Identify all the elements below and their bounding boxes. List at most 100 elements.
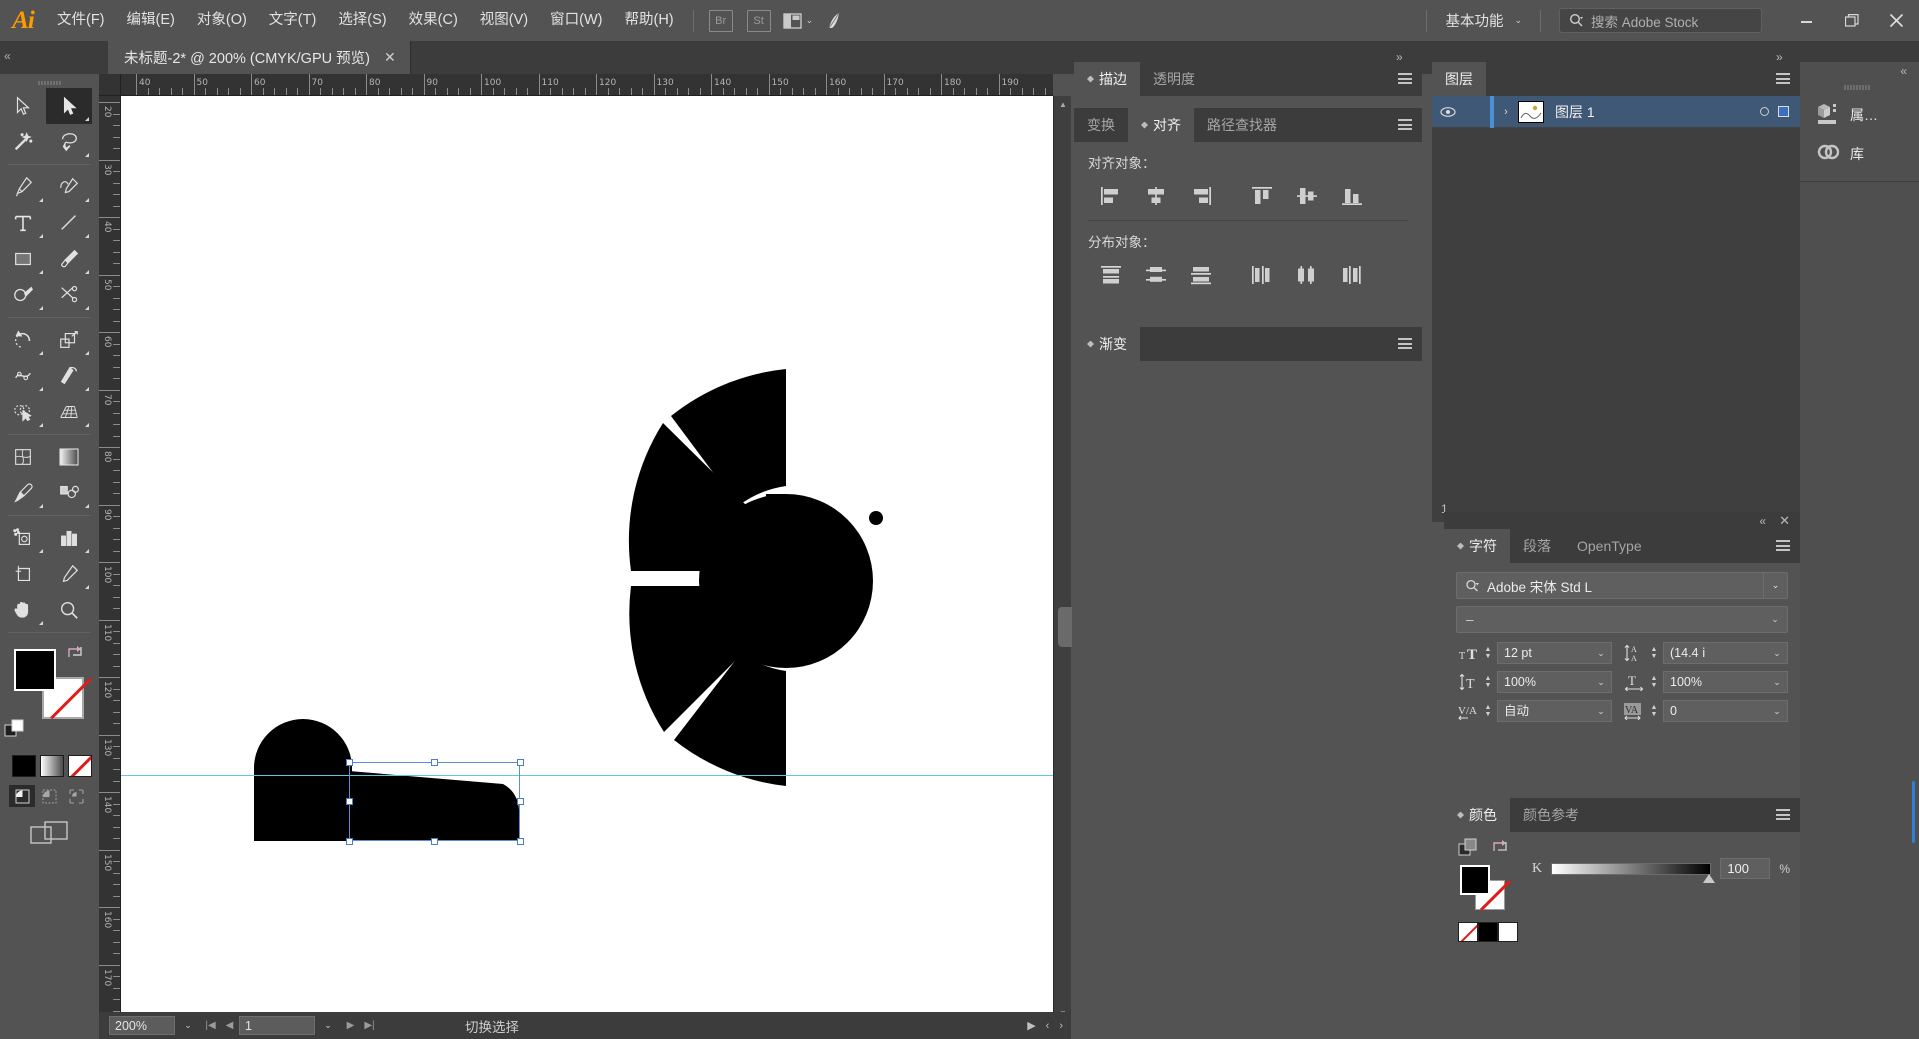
draw-behind-button[interactable] xyxy=(36,785,62,807)
tool-curvature[interactable] xyxy=(46,169,92,205)
tab-layers[interactable]: 图层 xyxy=(1432,62,1486,96)
character-panel-close-icon[interactable]: ✕ xyxy=(1779,513,1790,529)
tracking-dropdown-icon[interactable]: ⌄ xyxy=(1767,701,1787,721)
canvas-vertical-scrollbar[interactable]: ▲ ▼ xyxy=(1053,96,1071,1021)
panel-expand-handle[interactable] xyxy=(1058,607,1072,647)
tool-scissors[interactable] xyxy=(46,277,92,313)
toolbar-collapse-icon[interactable]: « xyxy=(4,49,11,63)
bridge-button[interactable]: Br xyxy=(708,9,733,32)
status-prev-icon[interactable]: ‹ xyxy=(1046,1020,1050,1032)
status-next-icon[interactable]: › xyxy=(1059,1020,1063,1032)
menu-item-4[interactable]: 选择(S) xyxy=(327,0,397,41)
layers-panel-menu-icon[interactable] xyxy=(1776,73,1790,84)
horizontal-scale-stepper[interactable]: ▲ ▼ xyxy=(1648,675,1660,689)
document-tab[interactable]: 未标题-2* @ 200% (CMYK/GPU 预览) ✕ xyxy=(108,41,411,74)
menu-item-7[interactable]: 窗口(W) xyxy=(539,0,613,41)
tool-mesh[interactable] xyxy=(0,439,46,475)
character-panel-menu-icon[interactable] xyxy=(1776,540,1790,551)
layer-color-indicator[interactable] xyxy=(1778,106,1789,117)
distribute-horizontal-center-button[interactable] xyxy=(1284,260,1329,290)
minimize-button[interactable] xyxy=(1784,0,1829,41)
tool-zoom[interactable] xyxy=(46,592,92,628)
color-mode-gradient[interactable] xyxy=(40,755,64,777)
horizontal-scale-input[interactable]: 100% ⌄ xyxy=(1663,671,1788,693)
scroll-up-arrow-icon[interactable]: ▲ xyxy=(1054,96,1072,112)
last-artboard-icon[interactable]: ▶| xyxy=(360,1020,379,1031)
color-panel-menu-icon[interactable] xyxy=(1776,809,1790,820)
draw-inside-button[interactable] xyxy=(63,785,89,807)
align-horizontal-center-button[interactable] xyxy=(1133,181,1178,211)
tool-scale[interactable] xyxy=(46,322,92,358)
color-fill-swatch[interactable] xyxy=(1460,865,1490,895)
tool-magic-wand[interactable] xyxy=(0,124,46,160)
tool-blend[interactable] xyxy=(46,475,92,511)
tool-slice[interactable] xyxy=(46,556,92,592)
color-swap-icon[interactable] xyxy=(1490,838,1510,859)
color-mode-none[interactable] xyxy=(68,755,92,777)
horizontal-guide[interactable] xyxy=(121,775,1053,776)
distribute-vertical-center-button[interactable] xyxy=(1133,260,1178,290)
tab-color-guide[interactable]: 颜色参考 xyxy=(1510,798,1592,832)
white-swatch[interactable] xyxy=(1498,922,1518,942)
k-channel-slider[interactable] xyxy=(1551,862,1716,883)
document-tab-close-icon[interactable]: ✕ xyxy=(384,49,396,66)
character-panel-collapse-icon[interactable]: « xyxy=(1759,514,1766,528)
k-channel-input[interactable]: 100 xyxy=(1720,858,1771,879)
k-channel-slider-thumb[interactable] xyxy=(1703,873,1716,883)
tool-artboard[interactable] xyxy=(0,556,46,592)
vertical-scale-input[interactable]: 100% ⌄ xyxy=(1497,671,1612,693)
tool-line-segment[interactable] xyxy=(46,205,92,241)
selection-handle-mr[interactable] xyxy=(517,798,524,805)
arrange-documents-button[interactable]: ⌄ xyxy=(782,12,813,29)
tab-paragraph[interactable]: 段落 xyxy=(1510,529,1564,563)
font-style-input[interactable]: – ⌄ xyxy=(1456,606,1788,633)
none-swatch[interactable] xyxy=(1458,922,1478,942)
dock-item-properties[interactable]: 属… xyxy=(1800,95,1919,134)
menu-item-1[interactable]: 编辑(E) xyxy=(116,0,186,41)
tab-opentype[interactable]: OpenType xyxy=(1564,529,1655,563)
tool-hand[interactable] xyxy=(0,592,46,628)
status-play-icon[interactable]: ▶ xyxy=(1027,1019,1035,1032)
stock-button[interactable]: St xyxy=(746,9,771,32)
vertical-scale-dropdown-icon[interactable]: ⌄ xyxy=(1591,672,1611,692)
selection-handle-br[interactable] xyxy=(517,838,524,845)
leading-stepper[interactable]: ▲ ▼ xyxy=(1648,646,1660,660)
tool-pen[interactable] xyxy=(0,169,46,205)
tool-type[interactable] xyxy=(0,205,46,241)
kerning-stepper[interactable]: ▲ ▼ xyxy=(1482,704,1494,718)
font-size-input[interactable]: 12 pt ⌄ xyxy=(1497,642,1612,664)
stroke-panel-menu-icon[interactable] xyxy=(1398,73,1412,84)
font-size-dropdown-icon[interactable]: ⌄ xyxy=(1591,643,1611,663)
align-left-button[interactable] xyxy=(1088,181,1133,211)
distribute-top-button[interactable] xyxy=(1088,260,1133,290)
menu-item-8[interactable]: 帮助(H) xyxy=(613,0,684,41)
artboard-dropdown-icon[interactable]: ⌄ xyxy=(315,1020,341,1031)
horizontal-scale-dropdown-icon[interactable]: ⌄ xyxy=(1767,672,1787,692)
restore-button[interactable] xyxy=(1829,0,1874,41)
menu-item-6[interactable]: 视图(V) xyxy=(469,0,539,41)
leading-input[interactable]: (14.4 ⅰ ⌄ xyxy=(1663,642,1788,664)
zoom-level-input[interactable]: 200% xyxy=(109,1016,175,1035)
tool-shaper[interactable] xyxy=(0,277,46,313)
stroke-panel-collapse-icon[interactable]: » xyxy=(1396,50,1403,64)
align-bottom-button[interactable] xyxy=(1329,181,1374,211)
tool-width[interactable] xyxy=(0,358,46,394)
tool-symbol-sprayer[interactable] xyxy=(0,520,46,556)
selection-handle-bc[interactable] xyxy=(431,838,438,845)
leading-dropdown-icon[interactable]: ⌄ xyxy=(1767,643,1787,663)
selection-handle-tl[interactable] xyxy=(346,759,353,766)
font-style-dropdown-icon[interactable]: ⌄ xyxy=(1763,607,1787,632)
tab-color[interactable]: 颜色 xyxy=(1444,798,1510,832)
artboard[interactable] xyxy=(121,96,1053,1021)
tab-transform[interactable]: 变换 xyxy=(1074,108,1128,142)
prev-artboard-icon[interactable]: ◀ xyxy=(220,1020,239,1031)
workspace-switcher[interactable]: 基本功能 ⌄ xyxy=(1435,7,1532,34)
black-swatch[interactable] xyxy=(1478,922,1498,942)
tool-free-transform[interactable] xyxy=(46,358,92,394)
align-right-button[interactable] xyxy=(1178,181,1223,211)
tab-align[interactable]: 对齐 xyxy=(1128,108,1194,142)
layer-name[interactable]: 图层 1 xyxy=(1555,102,1595,122)
tool-paintbrush[interactable] xyxy=(46,241,92,277)
menu-item-2[interactable]: 对象(O) xyxy=(186,0,258,41)
tool-rectangle[interactable] xyxy=(0,241,46,277)
